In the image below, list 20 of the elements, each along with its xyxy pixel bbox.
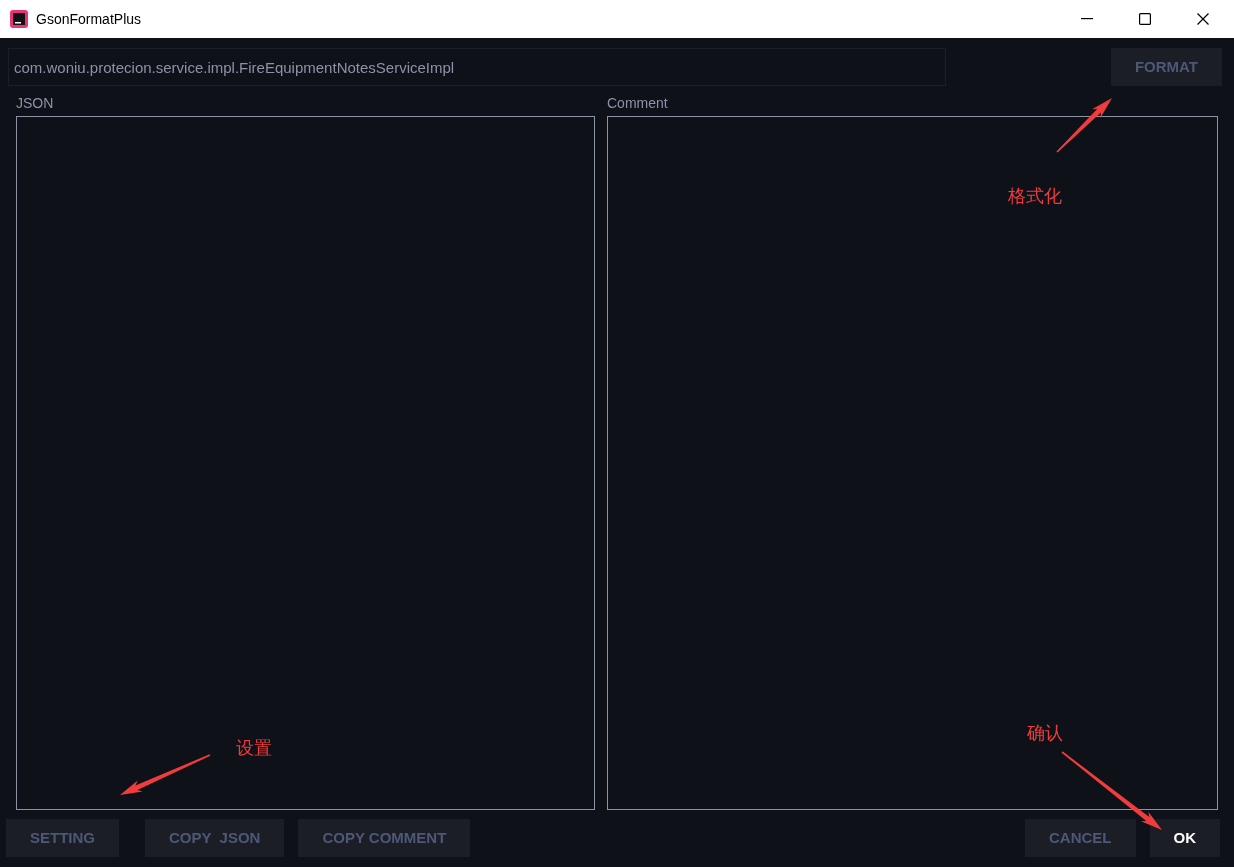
panel-label: Comment	[607, 94, 669, 112]
dialog-button[interactable]: OK	[1149, 819, 1220, 857]
annotation-label: 设置	[236, 736, 272, 760]
dialog-button[interactable]: COPY JSON	[145, 819, 285, 857]
minimize-icon	[1081, 18, 1093, 20]
close-icon	[1197, 13, 1209, 25]
annotation-label: 确认	[1027, 721, 1063, 745]
panel-label: JSON	[16, 94, 55, 112]
dialog-button[interactable]: COPY COMMENT	[298, 819, 471, 857]
dialog-button[interactable]: FORMAT	[1110, 48, 1222, 86]
text-area[interactable]	[607, 116, 1218, 810]
maximize-icon	[1139, 13, 1151, 25]
arrow-annotation	[1056, 98, 1112, 153]
text-area[interactable]	[16, 116, 595, 810]
window-title: GsonFormatPlus	[36, 9, 142, 29]
class-name-field[interactable]: com.woniu.protecion.service.impl.FireEquipmentNotesServiceImpl	[8, 48, 946, 86]
dialog-button[interactable]: CANCEL	[1025, 819, 1136, 857]
annotation-label: 格式化	[1008, 184, 1062, 208]
dialog-button[interactable]: SETTING	[6, 819, 119, 857]
app-icon	[10, 10, 28, 28]
